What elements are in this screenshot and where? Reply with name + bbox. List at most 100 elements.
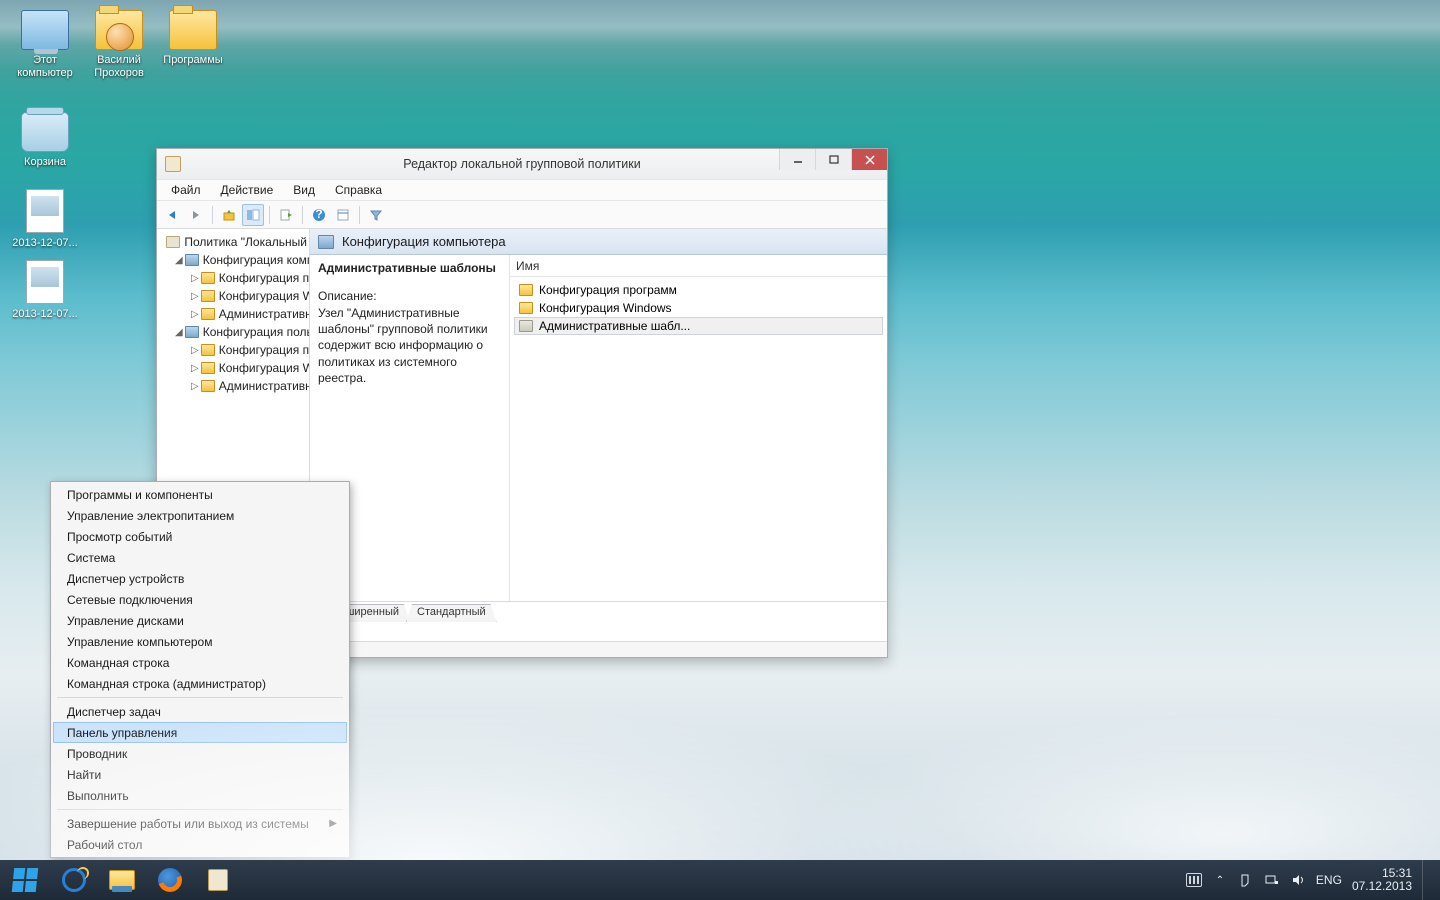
windows-logo-icon [12, 868, 39, 892]
computer-config-icon [318, 235, 334, 249]
start-button[interactable] [0, 860, 50, 900]
menu-run[interactable]: Выполнить [53, 785, 347, 806]
taskbar-explorer[interactable] [98, 860, 146, 900]
menu-network-connections[interactable]: Сетевые подключения [53, 589, 347, 610]
list-item[interactable]: Конфигурация программ [514, 281, 883, 299]
image-file-icon [26, 260, 64, 304]
menu-view[interactable]: Вид [285, 181, 323, 199]
menu-file[interactable]: Файл [163, 181, 209, 199]
help-button[interactable]: ? [308, 204, 330, 226]
back-button[interactable] [161, 204, 183, 226]
desktop-icon-file-1[interactable]: 2013-12-07... [8, 189, 82, 250]
gpedit-icon [208, 869, 228, 891]
description-label: Описание: [318, 289, 501, 303]
separator [359, 206, 360, 224]
description-text: Узел "Административные шаблоны" группово… [318, 305, 501, 386]
maximize-button[interactable] [815, 149, 851, 170]
desktop-icon-recycle-bin[interactable]: Корзина [8, 112, 82, 169]
tree-item[interactable]: ▷Конфигурация W [157, 287, 309, 305]
menu-search[interactable]: Найти [53, 764, 347, 785]
folder-icon [519, 284, 533, 296]
menu-explorer[interactable]: Проводник [53, 743, 347, 764]
menu-system[interactable]: Система [53, 547, 347, 568]
toolbar: ? [157, 201, 887, 229]
menu-device-manager[interactable]: Диспетчер устройств [53, 568, 347, 589]
window-title: Редактор локальной групповой политики [157, 157, 887, 171]
menu-command-prompt-admin[interactable]: Командная строка (администратор) [53, 673, 347, 694]
tree-item[interactable]: ▷Административн [157, 305, 309, 323]
system-tray: ⌃ ENG 15:31 07.12.2013 [1176, 860, 1440, 900]
filter-button[interactable] [365, 204, 387, 226]
menu-programs-features[interactable]: Программы и компоненты [53, 484, 347, 505]
network-icon[interactable] [1264, 872, 1280, 888]
list-item[interactable]: Конфигурация Windows [514, 299, 883, 317]
menu-power-options[interactable]: Управление электропитанием [53, 505, 347, 526]
show-desktop-button[interactable] [1422, 860, 1430, 900]
tray-overflow-button[interactable]: ⌃ [1212, 872, 1228, 888]
svg-text:?: ? [315, 208, 322, 221]
close-button[interactable] [851, 149, 887, 170]
desktop-icon-label: 2013-12-07... [8, 308, 82, 321]
window-controls [779, 149, 887, 170]
menu-command-prompt[interactable]: Командная строка [53, 652, 347, 673]
tree-root[interactable]: Политика "Локальный [157, 233, 309, 251]
column-header-name[interactable]: Имя [510, 255, 887, 277]
taskbar-firefox[interactable] [146, 860, 194, 900]
menu-help[interactable]: Справка [327, 181, 390, 199]
folder-icon [201, 380, 215, 392]
menu-shutdown-signout[interactable]: Завершение работы или выход из системы▶ [53, 813, 347, 834]
tree-item[interactable]: ▷Конфигурация п [157, 341, 309, 359]
firefox-icon [158, 868, 182, 892]
export-button[interactable] [275, 204, 297, 226]
up-button[interactable] [218, 204, 240, 226]
properties-button[interactable] [332, 204, 354, 226]
tree-item[interactable]: ▷Административн [157, 377, 309, 395]
taskbar-gpedit[interactable] [194, 860, 242, 900]
tree-computer-config[interactable]: ◢Конфигурация комп [157, 251, 309, 269]
action-center-icon[interactable] [1238, 872, 1254, 888]
taskbar-ie[interactable] [50, 860, 98, 900]
minimize-button[interactable] [779, 149, 815, 170]
item-list: Конфигурация программ Конфигурация Windo… [510, 277, 887, 339]
desktop-icon-this-pc[interactable]: Этот компьютер [8, 10, 82, 80]
folder-icon [201, 362, 215, 374]
desktop: Этот компьютер Василий Прохоров Программ… [0, 0, 1440, 900]
titlebar[interactable]: Редактор локальной групповой политики [157, 149, 887, 179]
clock[interactable]: 15:31 07.12.2013 [1352, 867, 1412, 893]
computer-config-icon [185, 254, 199, 266]
tree-item[interactable]: ▷Конфигурация W [157, 359, 309, 377]
tree-item[interactable]: ▷Конфигурация п [157, 269, 309, 287]
desktop-icon-user[interactable]: Василий Прохоров [82, 10, 156, 80]
menu-control-panel[interactable]: Панель управления [53, 722, 347, 743]
desktop-icon-label: Корзина [8, 156, 82, 169]
show-tree-button[interactable] [242, 204, 264, 226]
menu-desktop[interactable]: Рабочий стол [53, 834, 347, 855]
tab-standard[interactable]: Стандартный [406, 604, 497, 622]
tree-user-config[interactable]: ◢Конфигурация поль [157, 323, 309, 341]
view-tabs: Расширенный Стандартный [310, 601, 887, 621]
touch-keyboard-button[interactable] [1186, 872, 1202, 888]
desktop-icon-label: Василий Прохоров [82, 54, 156, 80]
selected-item-name: Административные шаблоны [318, 261, 501, 275]
user-config-icon [185, 326, 199, 338]
menu-computer-management[interactable]: Управление компьютером [53, 631, 347, 652]
desktop-icon-programs[interactable]: Программы [156, 10, 230, 80]
computer-icon [21, 10, 69, 50]
menu-task-manager[interactable]: Диспетчер задач [53, 701, 347, 722]
content-pane: Конфигурация компьютера Административные… [310, 229, 887, 621]
recycle-bin-icon [21, 112, 69, 152]
desktop-icon-label: Этот компьютер [8, 54, 82, 80]
menu-disk-management[interactable]: Управление дисками [53, 610, 347, 631]
folder-icon [169, 10, 217, 50]
ie-icon [62, 868, 86, 892]
clock-date: 07.12.2013 [1352, 880, 1412, 893]
menu-event-viewer[interactable]: Просмотр событий [53, 526, 347, 547]
forward-button[interactable] [185, 204, 207, 226]
desktop-icon-file-2[interactable]: 2013-12-07... [8, 260, 82, 321]
volume-icon[interactable] [1290, 872, 1306, 888]
list-item[interactable]: Административные шабл... [514, 317, 883, 335]
language-indicator[interactable]: ENG [1316, 872, 1342, 888]
menu-action[interactable]: Действие [213, 181, 282, 199]
desktop-icon-label: 2013-12-07... [8, 237, 82, 250]
menu-separator [57, 809, 343, 810]
